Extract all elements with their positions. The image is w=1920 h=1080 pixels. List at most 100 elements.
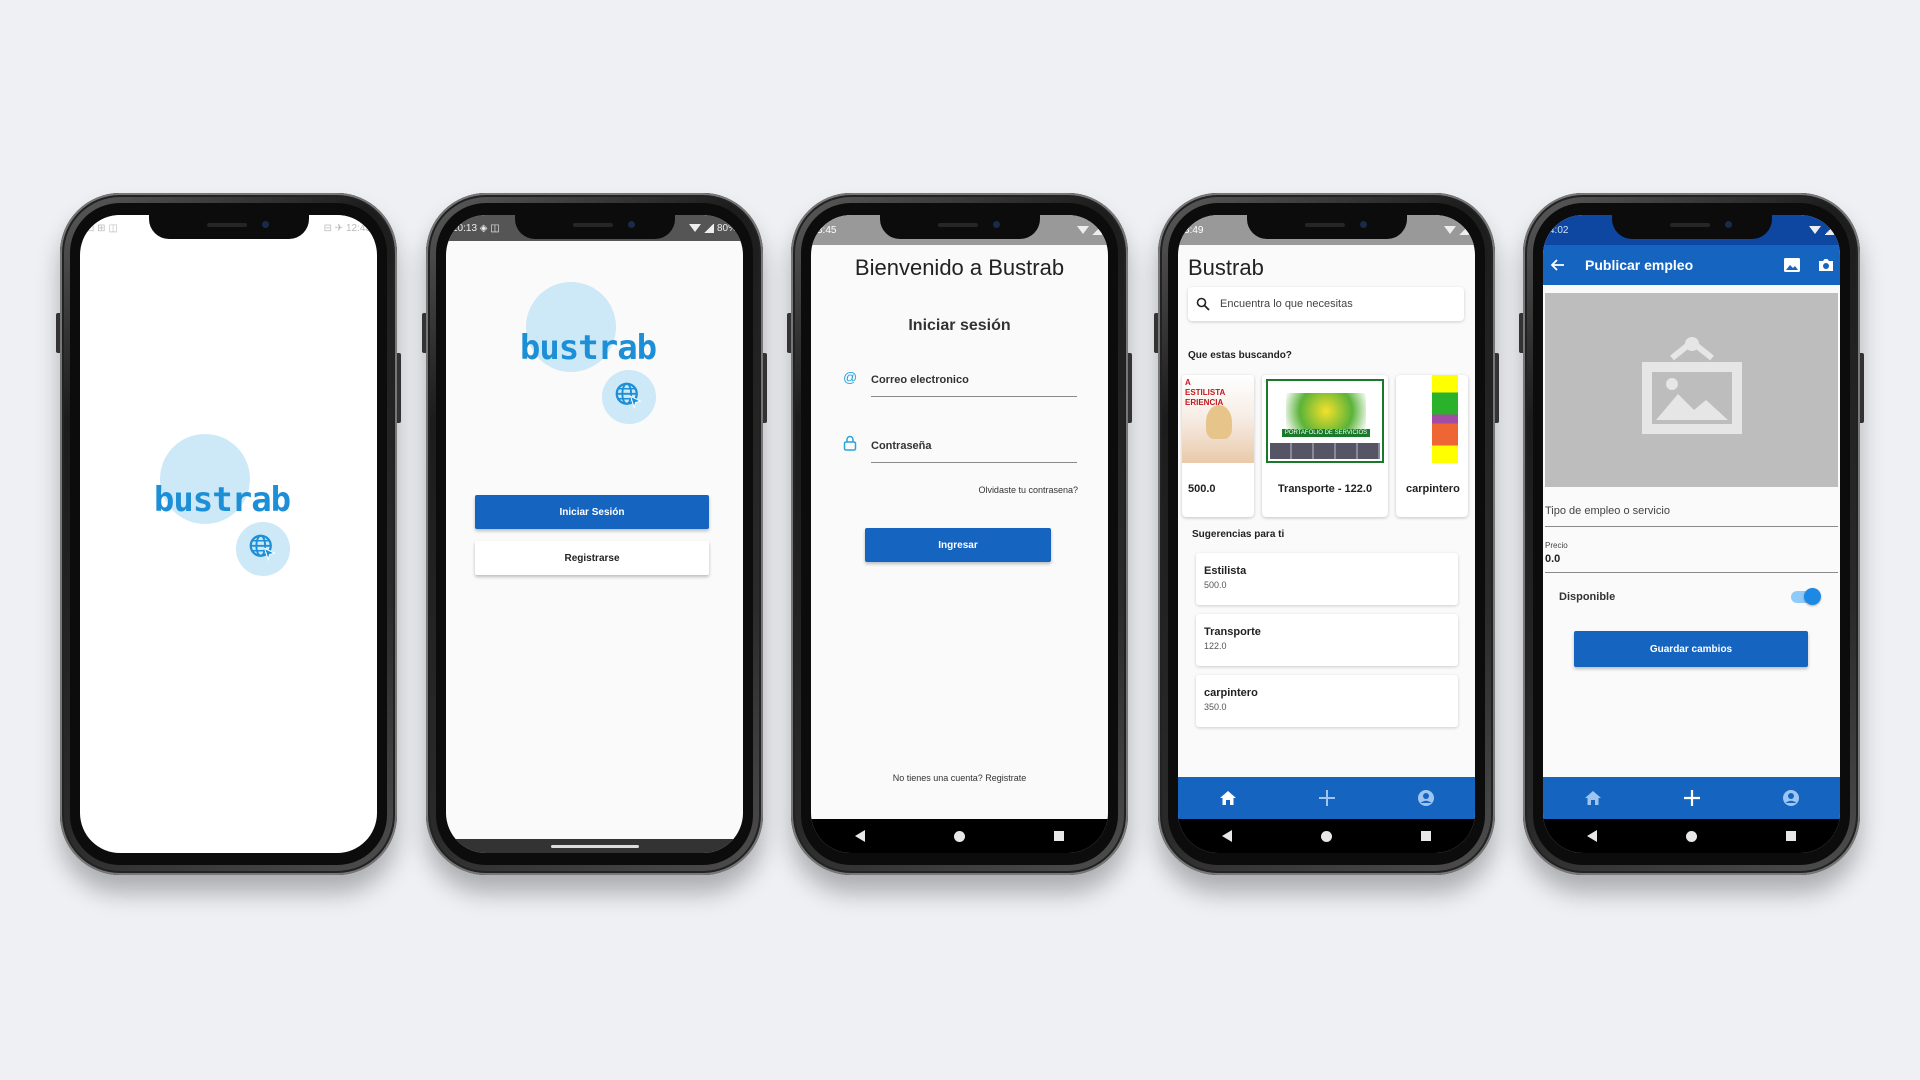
card-image-text: A ESTILISTA ERIENCIA <box>1185 378 1225 407</box>
home-icon[interactable] <box>1584 790 1602 806</box>
welcome-screen: 10:13 ◈ ◫ 80% bustrab Iniciar Sesión Reg… <box>446 215 743 853</box>
profile-icon[interactable] <box>1782 789 1800 807</box>
home-icon[interactable] <box>1219 790 1237 806</box>
category-card[interactable]: carpintero <box>1396 375 1468 517</box>
search-placeholder: Encuentra lo que necesitas <box>1220 298 1353 310</box>
category-card[interactable]: A ESTILISTA ERIENCIA 500.0 <box>1182 375 1254 517</box>
password-field[interactable]: Contraseña <box>871 429 1077 463</box>
job-type-label: Tipo de empleo o servicio <box>1545 505 1670 517</box>
back-icon[interactable] <box>1587 830 1598 842</box>
notch <box>1611 215 1772 239</box>
status-left: 4:02 <box>1549 224 1569 236</box>
wifi-icon <box>688 224 701 232</box>
recents-icon[interactable] <box>1420 831 1431 841</box>
add-icon[interactable] <box>1683 789 1701 807</box>
available-toggle[interactable] <box>1791 588 1821 605</box>
card-label: Transporte - 122.0 <box>1277 483 1373 495</box>
card-label: 500.0 <box>1188 483 1216 495</box>
at-icon: @ <box>843 369 858 385</box>
status-right-group <box>1077 225 1102 235</box>
status-left: 10:13 ◈ ◫ <box>452 222 500 234</box>
gallery-icon[interactable] <box>1784 258 1800 272</box>
home-indicator[interactable] <box>550 845 639 848</box>
section-search-heading: Que estas buscando? <box>1188 350 1292 361</box>
signup-link[interactable]: No tienes una cuenta? Registrate <box>811 773 1108 783</box>
signal-icon <box>1459 225 1469 235</box>
email-field[interactable]: Correo electronico <box>871 363 1077 397</box>
notch <box>148 215 309 239</box>
search-icon <box>1196 297 1210 311</box>
wifi-icon <box>1444 226 1456 234</box>
signal-icon <box>1092 225 1102 235</box>
profile-icon[interactable] <box>1417 789 1435 807</box>
recents-icon[interactable] <box>1053 831 1064 841</box>
price-label: Precio <box>1545 541 1568 550</box>
phone-bezel: 3:49 Bustrab Encuentra lo que necesitas … <box>1168 203 1485 865</box>
home-button-icon[interactable] <box>1320 830 1332 842</box>
category-card[interactable]: PORTAFOLIO DE SERVICIOS Transporte - 122… <box>1262 375 1388 517</box>
image-placeholder-icon <box>1641 337 1742 434</box>
back-icon[interactable] <box>855 830 866 842</box>
publish-screen: 4:02 Publicar empleo Tipo de empleo o se… <box>1543 215 1840 853</box>
suggestion-item[interactable]: carpintero 350.0 <box>1196 675 1458 727</box>
app-bar: Publicar empleo <box>1543 245 1840 285</box>
forgot-password-link[interactable]: Olvidaste tu contrasena? <box>978 485 1078 495</box>
section-suggestions-heading: Sugerencias para ti <box>1192 529 1285 540</box>
card-image-text: PORTAFOLIO DE SERVICIOS <box>1282 429 1370 437</box>
wifi-icon <box>1809 226 1821 234</box>
job-type-field[interactable]: Tipo de empleo o servicio <box>1545 497 1838 527</box>
save-button[interactable]: Guardar cambios <box>1574 631 1808 667</box>
globe-cursor-icon <box>249 534 276 562</box>
phone-welcome: 10:13 ◈ ◫ 80% bustrab Iniciar Sesión Reg… <box>422 193 767 875</box>
suggestion-item[interactable]: Estilista 500.0 <box>1196 553 1458 605</box>
page-title: Bustrab <box>1188 255 1264 280</box>
wifi-icon <box>1077 226 1089 234</box>
submit-button[interactable]: Ingresar <box>865 528 1051 562</box>
android-nav-bar <box>1543 819 1840 853</box>
android-nav-bar <box>1178 819 1475 853</box>
price-value: 0.0 <box>1545 553 1561 565</box>
status-left: 3:49 <box>1184 224 1204 236</box>
suggestion-price: 122.0 <box>1204 641 1227 651</box>
logo-text: bustrab <box>519 328 657 368</box>
register-button[interactable]: Registrarse <box>475 541 709 575</box>
bottom-nav <box>1543 777 1840 819</box>
suggestion-item[interactable]: Transporte 122.0 <box>1196 614 1458 666</box>
suggestion-title: Estilista <box>1204 565 1247 577</box>
bustrab-logo: bustrab <box>508 282 668 432</box>
login-screen: 3:45 Bienvenido a Bustrab Iniciar sesión… <box>811 215 1108 853</box>
card-label: carpintero <box>1406 483 1460 495</box>
home-button-icon[interactable] <box>1685 830 1697 842</box>
image-placeholder[interactable] <box>1545 293 1838 487</box>
back-icon[interactable] <box>1222 830 1233 842</box>
status-right-group <box>1809 225 1834 235</box>
price-field[interactable]: Precio 0.0 <box>1545 537 1838 573</box>
bottom-nav <box>1178 777 1475 819</box>
suggestion-title: carpintero <box>1204 687 1258 699</box>
phone-home: 3:49 Bustrab Encuentra lo que necesitas … <box>1154 193 1499 875</box>
lock-icon <box>843 435 857 451</box>
phone-splash: ⊡ ⊞ ◫ ⊟ ✈ 12:43 bustrab <box>56 193 401 875</box>
card-image-banner <box>1286 393 1366 429</box>
home-icon[interactable] <box>953 830 965 842</box>
search-input[interactable]: Encuentra lo que necesitas <box>1188 287 1464 321</box>
login-button[interactable]: Iniciar Sesión <box>475 495 709 529</box>
back-arrow-icon[interactable] <box>1551 259 1565 271</box>
card-image-photos <box>1270 443 1380 459</box>
status-right: 80% <box>716 222 737 234</box>
splash-screen: ⊡ ⊞ ◫ ⊟ ✈ 12:43 bustrab <box>80 215 377 853</box>
add-icon[interactable] <box>1318 789 1336 807</box>
phone-bezel: 3:45 Bienvenido a Bustrab Iniciar sesión… <box>801 203 1118 865</box>
recents-icon[interactable] <box>1785 831 1796 841</box>
welcome-title: Bienvenido a Bustrab <box>854 255 1065 280</box>
gesture-bar-area <box>446 839 743 853</box>
status-right-group <box>1444 225 1469 235</box>
bustrab-logo: bustrab <box>142 434 302 584</box>
page-title: Publicar empleo <box>1585 257 1694 273</box>
login-subtitle: Iniciar sesión <box>908 317 1011 334</box>
card-image: A ESTILISTA ERIENCIA <box>1182 375 1254 463</box>
camera-icon[interactable] <box>1818 258 1834 272</box>
password-placeholder: Contraseña <box>871 439 932 452</box>
notch <box>1246 215 1407 239</box>
card-image <box>1432 375 1458 463</box>
